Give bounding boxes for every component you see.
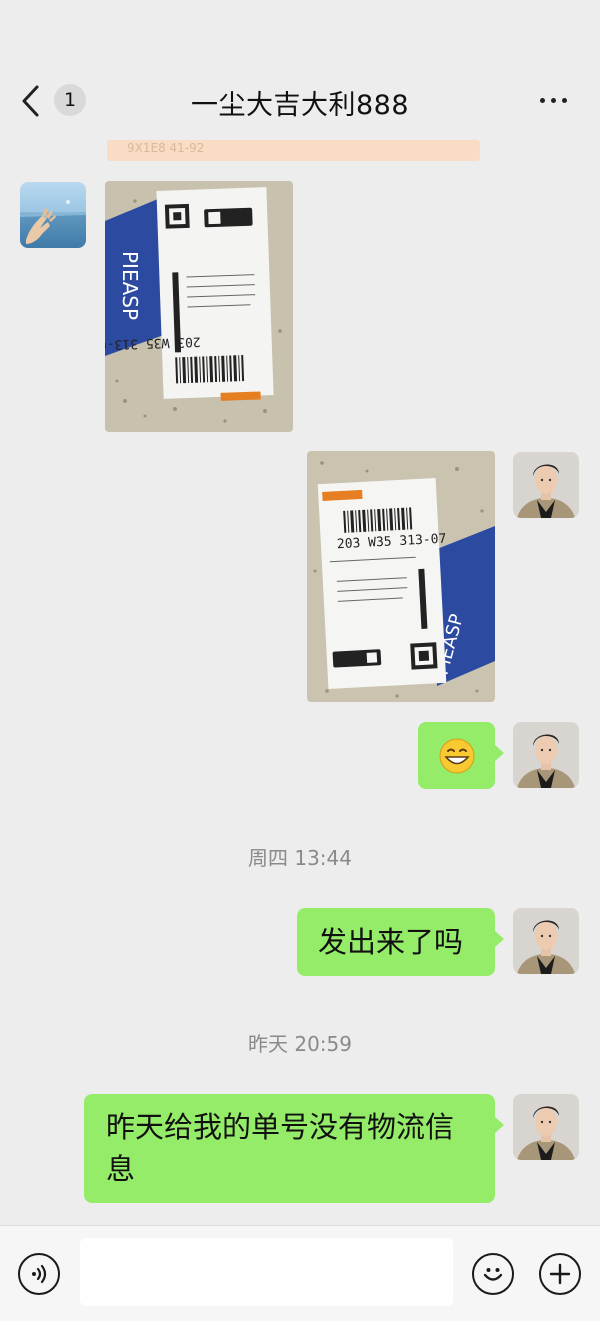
more-button[interactable] <box>530 85 576 115</box>
text-message-bubble[interactable]: 发出来了吗 <box>297 908 504 976</box>
quoted-text: 9X1E8 41-92 <box>127 141 205 155</box>
message-text: 昨天给我的单号没有物流信息 <box>106 1110 455 1186</box>
my-avatar-image <box>513 722 579 788</box>
my-avatar-image <box>513 1094 579 1160</box>
voice-icon <box>32 1264 47 1284</box>
my-avatar-image <box>513 908 579 974</box>
sent-image-message[interactable]: PIEASP 203 W35 313-07 <box>307 451 495 702</box>
waybill-photo: PIEASP 203 W35 313-07 <box>105 181 293 432</box>
more-dot <box>561 97 567 103</box>
message-input[interactable] <box>80 1238 453 1306</box>
my-avatar[interactable] <box>513 1094 579 1160</box>
contact-avatar[interactable] <box>20 182 86 248</box>
my-avatar[interactable] <box>513 452 579 518</box>
voice-button[interactable] <box>18 1253 60 1295</box>
waybill-photo: PIEASP 203 W35 313-07 <box>307 451 495 702</box>
emoji-icon <box>483 1268 503 1281</box>
received-image-message[interactable]: PIEASP 203 W35 313-07 <box>105 181 293 432</box>
timestamp: 昨天 20:59 <box>248 1032 352 1056</box>
my-avatar[interactable] <box>513 908 579 974</box>
my-avatar[interactable] <box>513 722 579 788</box>
chat-title: 一尘大吉大利888 <box>190 90 410 121</box>
contact-avatar-image <box>20 182 86 248</box>
chat-input-bar <box>0 1225 600 1321</box>
my-avatar-image <box>513 452 579 518</box>
grinning-face-icon <box>439 738 475 774</box>
more-dots-icon <box>539 97 545 103</box>
message-text: 发出来了吗 <box>318 925 464 959</box>
add-button[interactable] <box>539 1253 581 1295</box>
svg-text:PIEASP: PIEASP <box>118 251 142 320</box>
quoted-message-bar[interactable]: 9X1E8 41-92 <box>107 140 480 161</box>
emoji-button[interactable] <box>472 1253 514 1295</box>
chat-header: 1 一尘大吉大利888 <box>0 0 600 200</box>
more-dot <box>550 97 556 103</box>
text-message-bubble[interactable]: 昨天给我的单号没有物流信息 <box>84 1094 504 1203</box>
plus-icon <box>549 1263 571 1285</box>
emoji-message-bubble[interactable] <box>418 722 504 789</box>
timestamp: 周四 13:44 <box>248 846 352 870</box>
